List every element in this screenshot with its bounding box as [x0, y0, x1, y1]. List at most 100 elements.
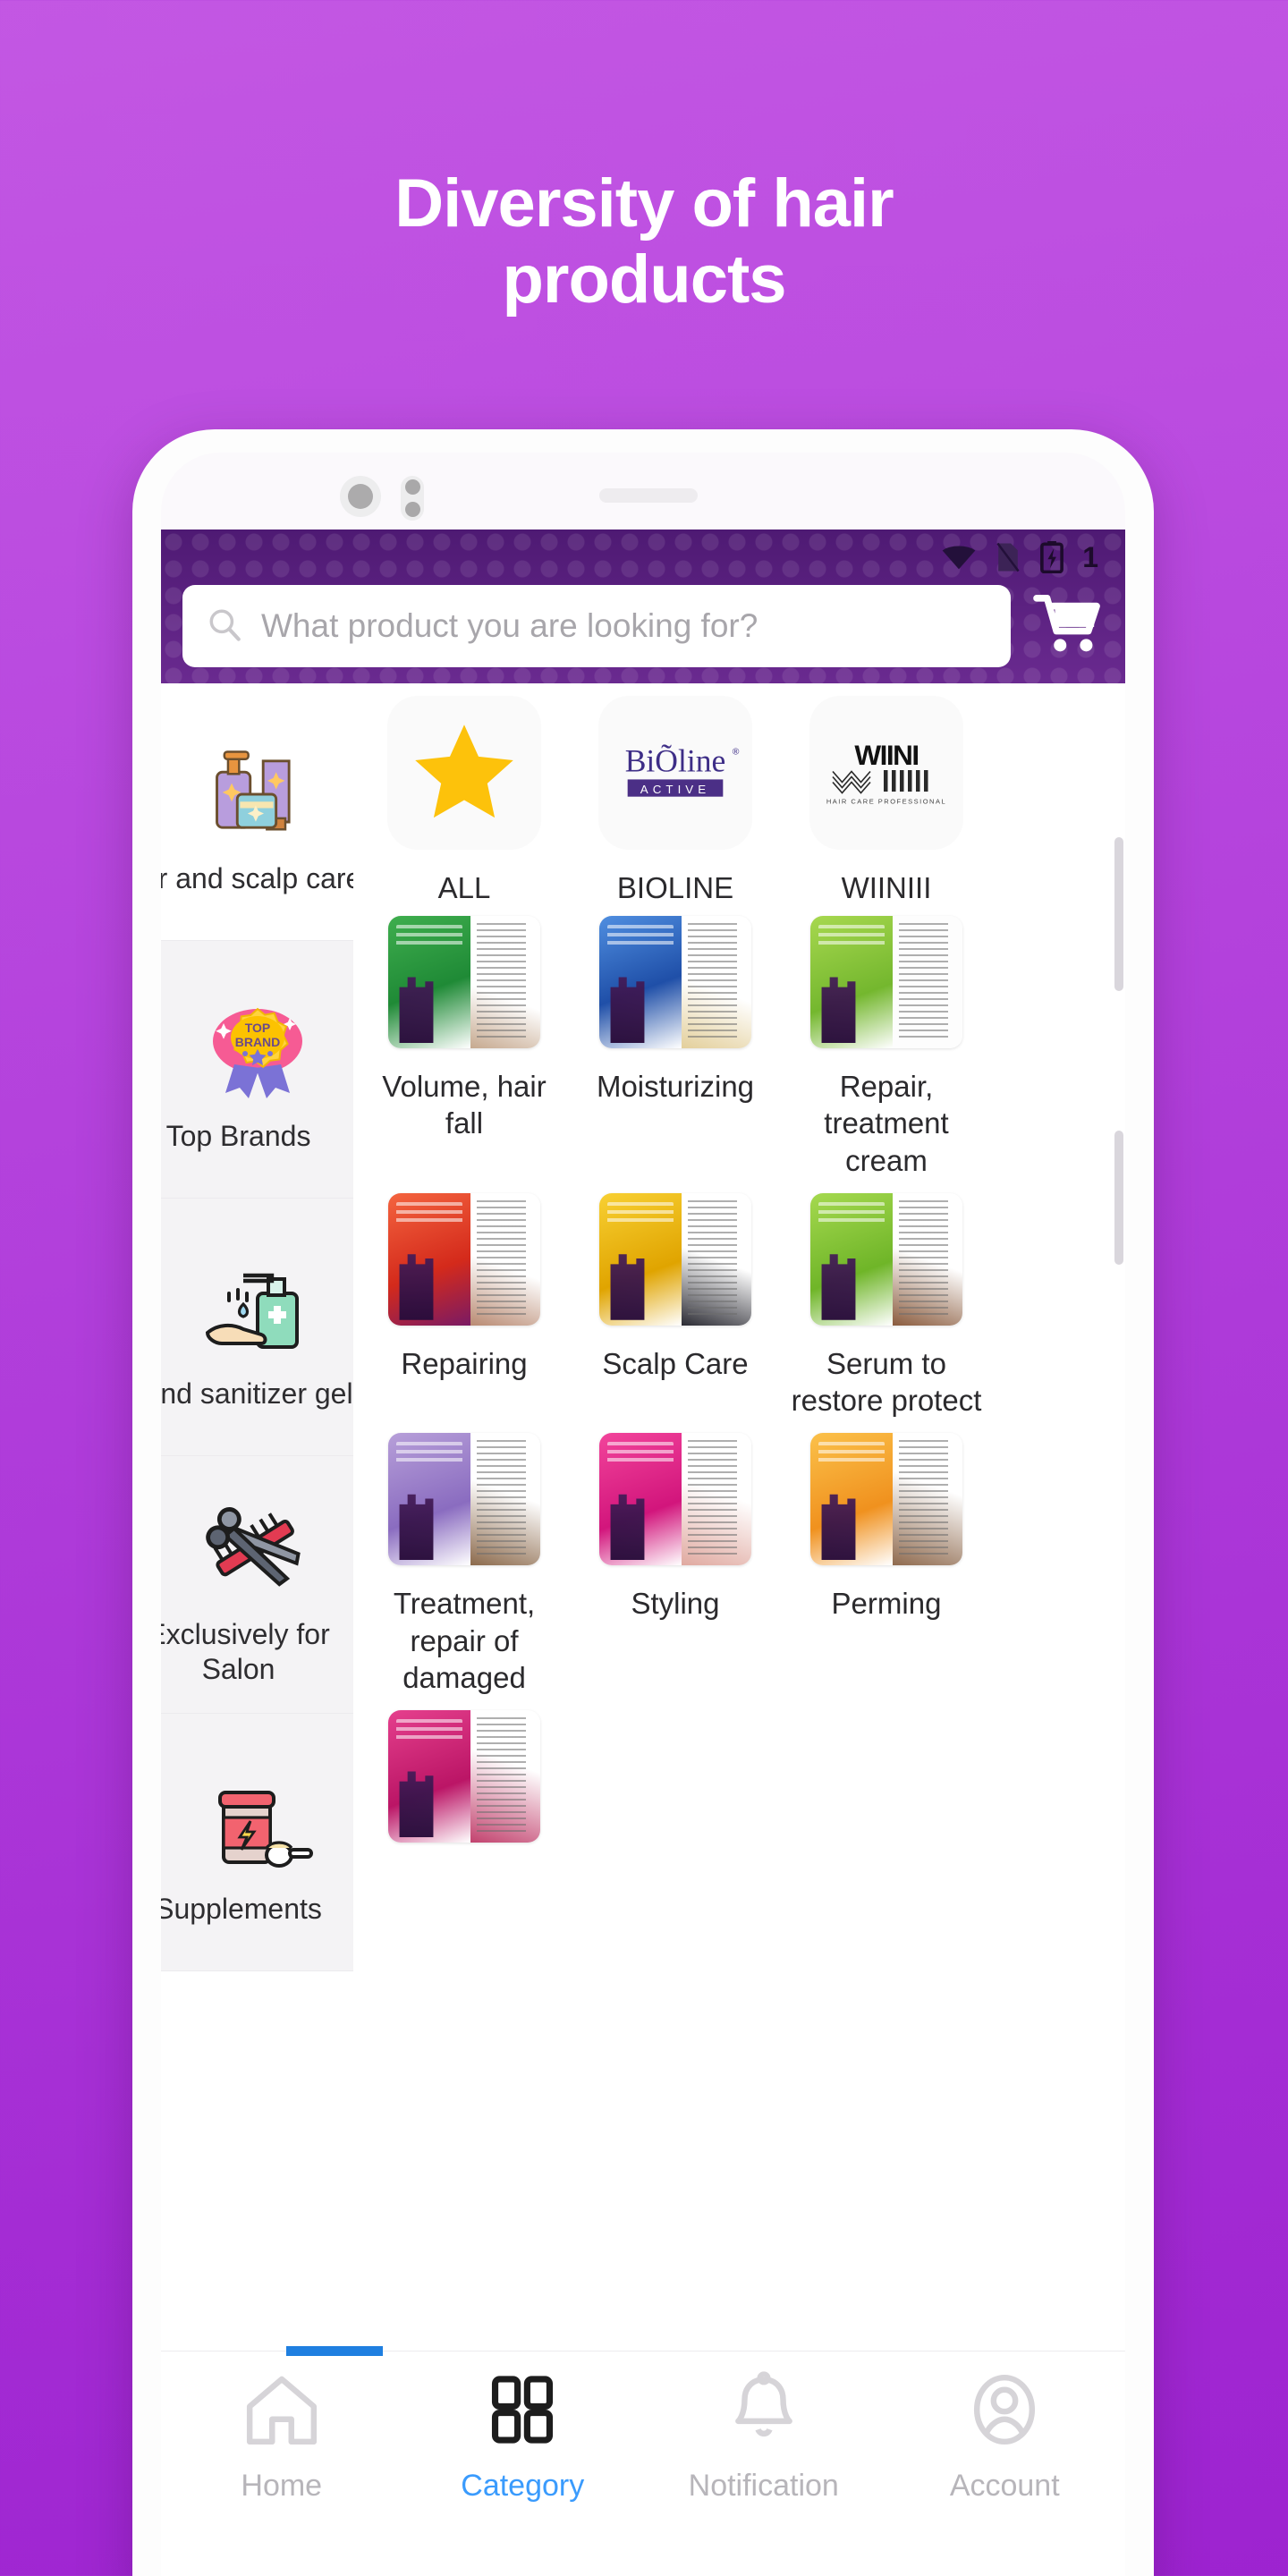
- product-label: Styling: [631, 1587, 720, 1621]
- product-label: Moisturizing: [596, 1070, 755, 1103]
- tab-label: Home: [241, 2469, 323, 2503]
- category-sidebar: Hair and scalp care TOP BRAND: [161, 683, 353, 2351]
- wiiniii-logo: WIINI HAIR CARE PROFESSIONAL: [826, 739, 946, 806]
- product-thumbnail: [599, 1433, 751, 1566]
- product-card[interactable]: Perming: [781, 1433, 992, 1696]
- app-header: 1 What product you are looking for?: [161, 530, 1125, 683]
- product-thumbnail: [599, 916, 751, 1048]
- scroll-indicator[interactable]: [1114, 837, 1123, 991]
- sidebar-item-label: Hair and scalp care: [161, 862, 353, 895]
- product-thumbnail: [599, 1192, 751, 1326]
- tab-account[interactable]: Account: [885, 2371, 1126, 2504]
- brand-filter-wiiniii[interactable]: WIINI HAIR CARE PROFESSIONAL WIINIII: [781, 696, 992, 905]
- bioline-active-logo: BiÕline ® ACTIVE: [625, 743, 740, 797]
- sidebar-item-hand-sanitizer-gel[interactable]: Hand sanitizer gel: [161, 1199, 353, 1456]
- tab-category[interactable]: Category: [402, 2371, 644, 2504]
- home-icon: [240, 2371, 324, 2453]
- status-bar: 1: [161, 530, 1125, 585]
- sidebar-item-exclusively-for-salon[interactable]: Exclusively for Salon: [161, 1456, 353, 1714]
- product-thumbnail: [388, 1192, 540, 1326]
- grid-icon: [480, 2371, 564, 2453]
- brand-label: ALL: [437, 871, 491, 904]
- sidebar-item-label: Hand sanitizer gel: [161, 1377, 353, 1411]
- category-content: Hair and scalp care TOP BRAND: [161, 683, 1125, 2351]
- sidebar-item-label: Top Brands: [165, 1120, 311, 1153]
- brand-label: BIOLINE: [616, 871, 734, 904]
- phone-screen: 1 What product you are looking for? r an…: [161, 453, 1125, 2576]
- svg-text:BRAND: BRAND: [234, 1035, 280, 1049]
- bell-icon: [722, 2371, 806, 2453]
- bottom-navigation: Home Category Notification Account: [161, 2346, 1126, 2538]
- brand-filter-row: ALL BiÕline ® ACTIVE BIOLINE WIINI HAIR …: [353, 696, 1125, 905]
- phone-mockup: 1 What product you are looking for? r an…: [132, 429, 1154, 2576]
- sidebar-item-label: Supplements: [161, 1893, 322, 1926]
- product-card[interactable]: Scalp Care: [570, 1192, 781, 1419]
- cart-button[interactable]: [1027, 593, 1109, 660]
- product-thumbnail: [810, 1192, 962, 1326]
- svg-text:BiÕline: BiÕline: [625, 743, 726, 779]
- sensor-dots-icon: [401, 476, 424, 521]
- tab-label: Notification: [688, 2469, 839, 2503]
- brand-label: WIINIII: [841, 871, 932, 904]
- scissors-comb-icon: [201, 1483, 314, 1617]
- shopping-cart-icon: [1033, 593, 1103, 660]
- sidebar-item-supplements[interactable]: Supplements: [161, 1714, 353, 1971]
- promo-headline: Diversity of hair products: [0, 165, 1288, 318]
- no-sim-icon: [995, 542, 1021, 572]
- product-label: Repairing: [401, 1346, 528, 1380]
- svg-text:HAIR CARE PROFESSIONAL: HAIR CARE PROFESSIONAL: [826, 798, 946, 806]
- svg-text:WIINI: WIINI: [854, 739, 918, 771]
- sidebar-item-label: Exclusively for Salon: [161, 1618, 330, 1685]
- brand-tile: BiÕline ® ACTIVE: [598, 696, 752, 850]
- product-label: Volume, hair fall: [382, 1070, 547, 1140]
- search-input[interactable]: What product you are looking for?: [182, 585, 1011, 667]
- sidebar-item-top-brands[interactable]: TOP BRAND Top Brands: [161, 941, 353, 1199]
- user-icon: [962, 2371, 1046, 2453]
- product-card[interactable]: Serum to restore protect: [781, 1192, 992, 1419]
- hand-sanitizer-icon: [200, 1242, 315, 1377]
- svg-text:ACTIVE: ACTIVE: [640, 783, 710, 796]
- product-card[interactable]: Moisturizing: [570, 916, 781, 1179]
- product-label: Treatment, repair of damaged: [393, 1587, 536, 1694]
- star-icon: [415, 724, 513, 818]
- brand-tile: WIINI HAIR CARE PROFESSIONAL: [809, 696, 963, 850]
- product-thumbnail: [810, 1433, 962, 1566]
- product-card[interactable]: Volume, hair fall: [359, 916, 570, 1179]
- svg-text:®: ®: [733, 747, 740, 757]
- earpiece-speaker: [599, 488, 698, 503]
- tab-label: Account: [949, 2469, 1060, 2503]
- supplement-jar-icon: [202, 1758, 313, 1892]
- brand-filter-bioline[interactable]: BiÕline ® ACTIVE BIOLINE: [570, 696, 781, 905]
- brand-filter-all[interactable]: ALL: [359, 696, 570, 905]
- scroll-indicator[interactable]: [1114, 1131, 1123, 1265]
- brand-tile: [387, 696, 541, 850]
- tab-notification[interactable]: Notification: [643, 2371, 885, 2504]
- tab-label: Category: [461, 2469, 585, 2503]
- top-brand-badge-icon: TOP BRAND: [202, 985, 313, 1119]
- product-card[interactable]: Styling: [570, 1433, 781, 1696]
- product-label: Serum to restore protect: [791, 1346, 982, 1417]
- product-thumbnail: [388, 916, 540, 1048]
- battery-level-text: 1: [1082, 541, 1098, 573]
- category-panel: ALL BiÕline ® ACTIVE BIOLINE WIINI HAIR …: [353, 683, 1125, 2351]
- tab-home[interactable]: Home: [161, 2371, 402, 2504]
- product-label: Perming: [831, 1587, 942, 1621]
- active-tab-accent: [286, 2346, 383, 2356]
- sidebar-item-hair-and-scalp-care[interactable]: Hair and scalp care: [161, 683, 353, 941]
- product-thumbnail: [388, 1710, 540, 1843]
- wifi-icon: [941, 544, 977, 571]
- headline-line-2: products: [502, 242, 786, 318]
- product-card[interactable]: Repairing: [359, 1192, 570, 1419]
- svg-text:TOP: TOP: [244, 1021, 270, 1035]
- product-card[interactable]: [359, 1710, 570, 1862]
- product-grid: Volume, hair fall Moisturizing Repair, t…: [353, 905, 1125, 1877]
- search-icon: [206, 606, 243, 648]
- product-card[interactable]: Treatment, repair of damaged: [359, 1433, 570, 1696]
- hair-products-icon: [202, 727, 313, 861]
- battery-charging-icon: [1039, 541, 1064, 573]
- product-card[interactable]: Repair, treatment cream: [781, 916, 992, 1179]
- product-label: Scalp Care: [602, 1346, 749, 1380]
- phone-notch: [161, 453, 1125, 530]
- search-row: What product you are looking for?: [161, 585, 1125, 667]
- product-thumbnail: [810, 916, 962, 1048]
